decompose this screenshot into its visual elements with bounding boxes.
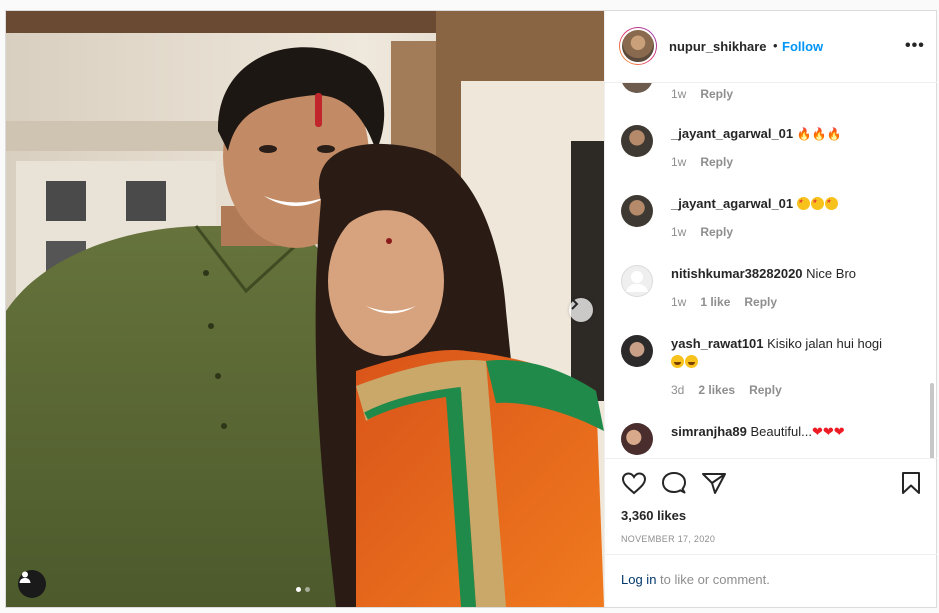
comment-body: nitishkumar38282020 Nice Bro (671, 265, 911, 283)
comment-avatar[interactable] (621, 423, 653, 455)
comment-avatar[interactable] (621, 83, 653, 93)
comment-text: Kisiko jalan hui hogi (767, 336, 883, 351)
carousel-next-button[interactable] (569, 298, 593, 322)
bookmark-icon[interactable] (900, 471, 922, 495)
comment-username[interactable]: yash_rawat101 (671, 336, 764, 351)
photo-illustration (6, 11, 604, 607)
comment-avatar[interactable] (621, 125, 653, 157)
avatar[interactable] (619, 27, 657, 65)
post-modal: nupur_shikhare • Follow ••• 1w Reply _ja… (5, 10, 937, 608)
comment-avatar[interactable] (621, 335, 653, 367)
carousel-dot-1 (296, 587, 301, 592)
comment-body: yash_rawat101 Kisiko jalan hui hogi (671, 335, 911, 371)
comment-username[interactable]: simranjha89 (671, 424, 747, 439)
comment-bubble-icon[interactable] (661, 471, 687, 495)
post-photo[interactable] (6, 11, 604, 607)
comment-avatar[interactable] (621, 265, 653, 297)
reply-button[interactable]: Reply (700, 87, 733, 101)
comment-body: simranjha89 Beautiful...❤❤❤ (671, 423, 911, 442)
comment-meta: 1w Reply (671, 225, 733, 239)
carousel-indicator (296, 587, 310, 592)
comment-username[interactable]: _jayant_agarwal_01 (671, 126, 793, 141)
carousel-dot-2 (305, 587, 310, 592)
comment-likes[interactable]: 2 likes (698, 383, 735, 397)
post-header: nupur_shikhare • Follow ••• (605, 11, 937, 83)
heart-outline-icon[interactable] (621, 471, 647, 495)
more-options-button[interactable]: ••• (905, 37, 925, 55)
reply-button[interactable]: Reply (700, 225, 733, 239)
default-avatar-icon (621, 265, 653, 297)
comments-scrollbar[interactable] (930, 383, 934, 458)
post-username[interactable]: nupur_shikhare (669, 39, 767, 54)
follow-button[interactable]: Follow (782, 39, 823, 54)
star-eyes-emoji (796, 193, 839, 211)
comment-meta: 1w Reply (671, 155, 733, 169)
post-date[interactable]: NOVEMBER 17, 2020 (621, 534, 715, 544)
comments-list[interactable]: 1w Reply _jayant_agarwal_01 🔥🔥🔥 1w Reply (605, 83, 937, 458)
hearts-emoji: ❤❤❤ (811, 425, 845, 440)
post-actions: 3,360 likes NOVEMBER 17, 2020 Log in to … (605, 458, 937, 608)
likes-count[interactable]: 3,360 likes (621, 508, 686, 523)
user-tag-icon (19, 571, 31, 583)
reply-button[interactable]: Reply (749, 383, 782, 397)
comment-avatar[interactable] (621, 195, 653, 227)
comment-time[interactable]: 1w (671, 225, 686, 239)
comment-likes[interactable]: 1 like (700, 295, 730, 309)
reply-button[interactable]: Reply (700, 155, 733, 169)
login-link[interactable]: Log in (621, 572, 656, 587)
avatar-image (620, 28, 656, 64)
login-prompt-text: to like or comment. (656, 572, 770, 587)
laugh-emoji (671, 354, 699, 369)
fire-emoji: 🔥🔥🔥 (796, 127, 842, 141)
chevron-right-icon (571, 298, 579, 310)
comment-text: Beautiful... (750, 424, 812, 439)
comment-body: _jayant_agarwal_01 (671, 193, 911, 213)
comment-time[interactable]: 3d (671, 383, 684, 397)
comment-meta: 3d 2 likes Reply (671, 383, 782, 397)
login-prompt: Log in to like or comment. (605, 554, 937, 608)
comment-time[interactable]: 1w (671, 295, 686, 309)
paper-plane-icon[interactable] (701, 471, 727, 495)
comment-meta: 1w 1 like Reply (671, 295, 777, 309)
comment-body: _jayant_agarwal_01 🔥🔥🔥 (671, 125, 911, 143)
user-tag-button[interactable] (18, 570, 46, 598)
comment-username[interactable]: _jayant_agarwal_01 (671, 196, 793, 211)
separator-dot: • (773, 38, 778, 53)
comment-time[interactable]: 1w (671, 87, 686, 101)
comment-text: Nice Bro (806, 266, 857, 281)
comment-username[interactable]: nitishkumar38282020 (671, 266, 803, 281)
post-side-panel: nupur_shikhare • Follow ••• 1w Reply _ja… (604, 11, 937, 608)
comment-meta: 1w Reply (671, 87, 733, 101)
reply-button[interactable]: Reply (744, 295, 777, 309)
comment-time[interactable]: 1w (671, 155, 686, 169)
